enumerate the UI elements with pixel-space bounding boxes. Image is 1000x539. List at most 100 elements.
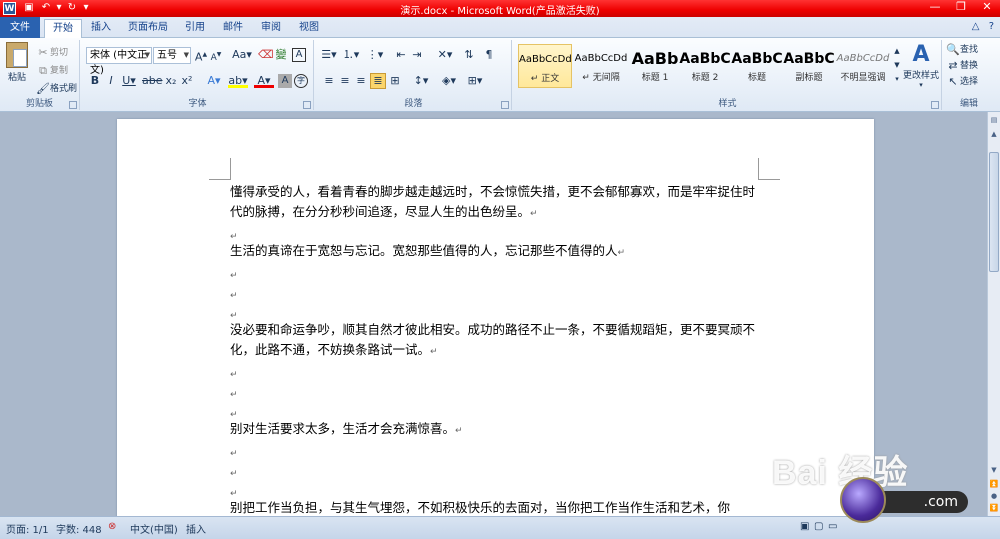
style-heading-1[interactable]: AaBb 标题 1	[628, 44, 682, 88]
copy-button[interactable]: ⧉ 复制	[36, 63, 68, 78]
tab-mailings[interactable]: 邮件	[216, 19, 250, 38]
paragraph[interactable]: ↵	[230, 363, 760, 385]
select-button[interactable]: ↖ 选择	[946, 74, 978, 89]
paste-button[interactable]: 粘贴	[4, 42, 30, 83]
vertical-scrollbar[interactable]: ▤ ▲ ▼ ⏫ ● ⏬	[987, 112, 1000, 516]
word-count[interactable]: 字数: 448	[56, 521, 102, 536]
align-left-button[interactable]: ≡	[322, 74, 336, 88]
format-painter-label: 格式刷	[50, 84, 78, 94]
styles-launcher[interactable]	[931, 101, 939, 109]
justify-button[interactable]: ≣	[370, 73, 386, 89]
line-spacing-button[interactable]: ↕▾	[412, 74, 430, 88]
numbering-button[interactable]: ⒈▾	[342, 48, 360, 62]
shading-button[interactable]: ◈▾	[440, 74, 458, 88]
change-styles-label: 更改样式	[902, 71, 939, 81]
maximize-button[interactable]: ❐	[948, 0, 974, 16]
replace-button[interactable]: ⇄ 替换	[946, 58, 978, 73]
bold-button[interactable]: B	[88, 74, 102, 88]
next-page-icon[interactable]: ⏬	[988, 502, 1000, 514]
text-effects-button[interactable]: A▾	[204, 74, 224, 88]
minimize-ribbon-icon[interactable]: △	[972, 21, 980, 32]
grow-font-button[interactable]: A▲	[194, 48, 208, 64]
tab-home[interactable]: 开始	[44, 19, 82, 39]
multilevel-list-button[interactable]: ⋮▾	[366, 48, 384, 62]
strikethrough-button[interactable]: abe	[142, 74, 163, 88]
highlight-button[interactable]: ab▾	[228, 74, 248, 88]
change-case-button[interactable]: Aa▾	[232, 48, 252, 62]
underline-button[interactable]: U▾	[120, 74, 138, 88]
paragraph[interactable]: 没必要和命运争吵，顺其自然才彼此相安。成功的路径不止一条，不要循规蹈矩，更不要冥…	[230, 320, 760, 362]
align-center-button[interactable]: ≡	[338, 74, 352, 88]
phonetic-guide-button[interactable]: 變	[274, 48, 288, 62]
paragraph[interactable]: ↵	[230, 383, 760, 405]
font-color-button[interactable]: A▾	[254, 74, 274, 88]
ribbon-help-icons: △ ?	[972, 21, 994, 32]
paragraph-launcher[interactable]	[501, 101, 509, 109]
insert-mode[interactable]: 插入	[186, 521, 206, 536]
paragraph[interactable]: ↵	[230, 462, 760, 484]
grow-font-icon: A▲	[194, 50, 208, 64]
tab-file[interactable]: 文件	[0, 17, 40, 38]
borders-button[interactable]: ⊞▾	[466, 74, 484, 88]
style-no-spacing[interactable]: AaBbCcDd ↵ 无间隔	[574, 44, 628, 88]
document-page[interactable]: 懂得承受的人，看着青春的脚步越走越远时，不会惊慌失措，更不会郁郁寡欢，而是牢牢捉…	[117, 119, 874, 516]
font-launcher[interactable]	[303, 101, 311, 109]
character-border-button[interactable]: A	[292, 48, 306, 62]
font-name-combo[interactable]: 宋体 (中文正文) ▼	[86, 47, 152, 76]
decrease-indent-button[interactable]: ⇤	[394, 48, 408, 62]
paragraph-mark: ↵	[455, 426, 463, 436]
minimize-button[interactable]: —	[922, 0, 948, 16]
cut-button[interactable]: ✂ 剪切	[36, 45, 68, 60]
subscript-button[interactable]: x₂	[164, 74, 178, 88]
tab-page-layout[interactable]: 页面布局	[122, 19, 174, 38]
style-title[interactable]: AaBbC 标题	[730, 44, 784, 88]
proofing-icon[interactable]: ⊗	[108, 521, 116, 532]
page-count[interactable]: 页面: 1/1	[6, 521, 49, 536]
paragraph[interactable]: 生活的真谛在于宽恕与忘记。宽恕那些值得的人，忘记那些不值得的人↵	[230, 241, 760, 263]
style-subtle-emphasis[interactable]: AaBbCcDd 不明显强调	[836, 44, 890, 88]
format-painter-button[interactable]: 🖌格式刷	[36, 81, 77, 96]
tab-references[interactable]: 引用	[178, 19, 212, 38]
italic-button[interactable]: I	[104, 74, 118, 88]
align-right-button[interactable]: ≡	[354, 74, 368, 88]
scroll-down-icon[interactable]: ▼	[988, 464, 1000, 476]
superscript-button[interactable]: x²	[180, 74, 194, 88]
browse-object-icon[interactable]: ●	[988, 490, 1000, 502]
font-size-combo[interactable]: 五号 ▼	[153, 47, 191, 64]
paragraph[interactable]: 别把工作当负担，与其生气埋怨，不如积极快乐的去面对，当你把工作当作生活和艺术，你	[230, 498, 760, 516]
help-icon[interactable]: ?	[989, 21, 994, 32]
language[interactable]: 中文(中国)	[130, 521, 178, 536]
distributed-button[interactable]: ⊞	[388, 74, 402, 88]
style-normal[interactable]: AaBbCcDd ↵ 正文	[518, 44, 572, 88]
scrollbar-thumb[interactable]	[989, 152, 999, 272]
paragraph[interactable]: 懂得承受的人，看着青春的脚步越走越远时，不会惊慌失措，更不会郁郁寡欢，而是牢牢捉…	[230, 182, 760, 224]
ruler-toggle-icon[interactable]: ▤	[988, 114, 1000, 126]
shrink-font-button[interactable]: A▼	[209, 48, 223, 63]
paragraph[interactable]: ↵	[230, 442, 760, 464]
character-shading-button[interactable]: A	[278, 74, 292, 88]
paragraph[interactable]: ↵	[230, 284, 760, 306]
editing-group: 🔍查找 ⇄ 替换 ↖ 选择 编辑	[944, 40, 994, 110]
paragraph[interactable]: ↵	[230, 264, 760, 286]
enclose-characters-button[interactable]: 字	[294, 74, 308, 88]
tab-view[interactable]: 视图	[292, 19, 326, 38]
increase-indent-button[interactable]: ⇥	[410, 48, 424, 62]
chinese-layout-button[interactable]: ✕▾	[436, 48, 454, 62]
find-button[interactable]: 🔍查找	[946, 42, 978, 57]
tab-insert[interactable]: 插入	[84, 19, 118, 38]
clipboard-launcher[interactable]	[69, 101, 77, 109]
scroll-up-icon[interactable]: ▲	[988, 128, 1000, 140]
change-styles-button[interactable]: A 更改样式 ▾	[900, 42, 942, 89]
style-subtitle[interactable]: AaBbC 副标题	[782, 44, 836, 88]
clear-formatting-button[interactable]: ⌫	[258, 48, 274, 62]
tab-review[interactable]: 审阅	[254, 19, 288, 38]
style-sample: AaBb	[631, 49, 679, 68]
paste-icon	[6, 42, 28, 68]
show-marks-button[interactable]: ¶	[482, 48, 496, 62]
close-button[interactable]: ✕	[974, 0, 1000, 16]
bullets-button[interactable]: ☰▾	[320, 48, 338, 62]
paragraph[interactable]: 别对生活要求太多，生活才会充满惊喜。↵	[230, 419, 760, 441]
style-heading-2[interactable]: AaBbC 标题 2	[678, 44, 732, 88]
sort-button[interactable]: ⇅	[462, 48, 476, 62]
previous-page-icon[interactable]: ⏫	[988, 478, 1000, 490]
